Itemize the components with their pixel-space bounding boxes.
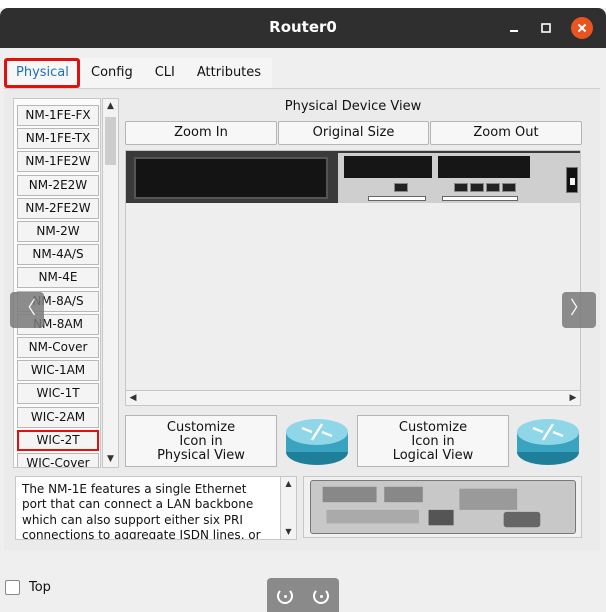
power-led: [570, 178, 575, 185]
port-4: [502, 183, 516, 192]
module-description[interactable]: The NM-1E features a single Ethernet por…: [15, 476, 297, 540]
wic-slot-1[interactable]: [438, 156, 530, 178]
customize-logical-line3: Logical View: [392, 448, 474, 463]
description-line-1: The NM-1E features a single Ethernet: [22, 482, 247, 496]
top-checkbox[interactable]: [5, 580, 20, 595]
network-module-board: [310, 480, 576, 534]
top-checkbox-label: Top: [29, 580, 51, 595]
module-item-wic-1am[interactable]: WIC-1AM: [17, 360, 99, 382]
maximize-icon: [541, 23, 551, 33]
zoom-in-button[interactable]: Zoom In: [125, 121, 277, 145]
maximize-button[interactable]: [535, 17, 557, 39]
port-label-strip: [368, 196, 426, 201]
scroll-up-icon[interactable]: ▲: [103, 99, 118, 114]
desc-scroll-down-icon[interactable]: ▼: [281, 525, 296, 539]
rotate-toolbar: [267, 578, 339, 612]
customize-physical-line3: Physical View: [157, 448, 245, 463]
tab-attributes[interactable]: Attributes: [185, 58, 273, 88]
module-preview-image: [303, 476, 582, 538]
router-physical-icon: [286, 419, 348, 465]
device-view-hscrollbar[interactable]: ◀ ▶: [125, 390, 581, 406]
ethernet-port-1: [454, 183, 468, 192]
aux-port: [486, 183, 500, 192]
minimize-button[interactable]: [503, 17, 525, 39]
module-item-wic-2t[interactable]: WIC-2T: [17, 429, 99, 451]
module-item-wic-cover[interactable]: WIC-Cover: [17, 453, 99, 467]
top-checkbox-row: Top: [5, 580, 51, 595]
router-window: Router0 Physical Config CLI Attributes N…: [0, 0, 606, 612]
rotate-right-icon[interactable]: [313, 588, 329, 604]
scroll-right-icon[interactable]: ▶: [566, 391, 580, 405]
customize-logical-line2: Icon in: [411, 434, 455, 449]
module-item-nm-2e2w[interactable]: NM-2E2W: [17, 174, 99, 196]
module-item-nm-2w[interactable]: NM-2W: [17, 221, 99, 242]
tab-physical[interactable]: Physical: [4, 58, 80, 88]
tab-bar: Physical Config CLI Attributes: [4, 58, 273, 88]
close-button[interactable]: [571, 17, 593, 39]
tab-config[interactable]: Config: [80, 58, 144, 88]
minimize-icon: [510, 30, 518, 32]
description-line-4: connections to aggregate ISDN lines, or: [22, 528, 261, 540]
module-item-nm-1fe2w[interactable]: NM-1FE2W: [17, 151, 99, 173]
module-item-nm-1fe-fx[interactable]: NM-1FE-FX: [17, 105, 99, 126]
ethernet-port-0: [394, 183, 408, 192]
customize-physical-icon-button[interactable]: Customize Icon in Physical View: [125, 415, 277, 467]
module-item-nm-1fe-tx[interactable]: NM-1FE-TX: [17, 128, 99, 150]
previous-nav-button[interactable]: 〈: [10, 292, 44, 328]
tab-cli[interactable]: CLI: [143, 58, 186, 88]
module-item-nm-4a-s[interactable]: NM-4A/S: [17, 244, 99, 266]
wic-slot-0[interactable]: [344, 156, 432, 178]
next-nav-button[interactable]: 〉: [562, 292, 596, 328]
scroll-thumb[interactable]: [105, 117, 116, 165]
rotate-left-icon[interactable]: [277, 588, 293, 604]
desc-scroll-up-icon[interactable]: ▲: [281, 477, 296, 491]
router-logical-icon: [517, 419, 579, 465]
scroll-left-icon[interactable]: ◀: [126, 391, 140, 405]
description-scrollbar[interactable]: ▲ ▼: [280, 477, 296, 539]
chassis-panel: [338, 153, 580, 203]
title-bar: Router0: [0, 8, 606, 48]
module-list: NM-1FE-FX NM-1FE-TX NM-1FE2W NM-2E2W NM-2FE2…: [13, 98, 101, 468]
module-item-wic-2am[interactable]: WIC-2AM: [17, 406, 99, 428]
module-list-scrollbar[interactable]: ▲ ▼: [102, 98, 119, 468]
module-description-text: The NM-1E features a single Ethernet por…: [22, 482, 277, 540]
description-line-2: port that can connect a LAN backbone: [22, 497, 254, 512]
close-icon: [577, 23, 587, 33]
module-item-nm-4e[interactable]: NM-4E: [17, 267, 99, 289]
chevron-left-icon: 〈: [18, 298, 36, 319]
port-label-strip-2: [442, 196, 518, 201]
customize-physical-line2: Icon in: [179, 434, 223, 449]
customize-physical-line1: Customize: [166, 420, 236, 435]
original-size-button[interactable]: Original Size: [278, 121, 429, 145]
description-line-3: which can also support either six PRI: [22, 512, 243, 527]
customize-logical-line1: Customize: [398, 420, 468, 435]
router-chassis-image: [126, 151, 580, 203]
empty-module-bay[interactable]: [134, 157, 328, 199]
desktop-strip: [0, 0, 606, 8]
customize-logical-icon-button[interactable]: Customize Icon in Logical View: [357, 415, 509, 467]
physical-device-view-title: Physical Device View: [284, 99, 422, 114]
module-item-wic-1t[interactable]: WIC-1T: [17, 383, 99, 405]
console-port: [470, 183, 484, 192]
device-view-canvas[interactable]: [125, 150, 581, 392]
zoom-out-button[interactable]: Zoom Out: [430, 121, 582, 145]
chevron-right-icon: 〉: [570, 298, 588, 319]
scroll-down-icon[interactable]: ▼: [103, 452, 118, 467]
module-item-nm-cover[interactable]: NM-Cover: [17, 337, 99, 358]
module-item-nm-2fe2w[interactable]: NM-2FE2W: [17, 197, 99, 219]
